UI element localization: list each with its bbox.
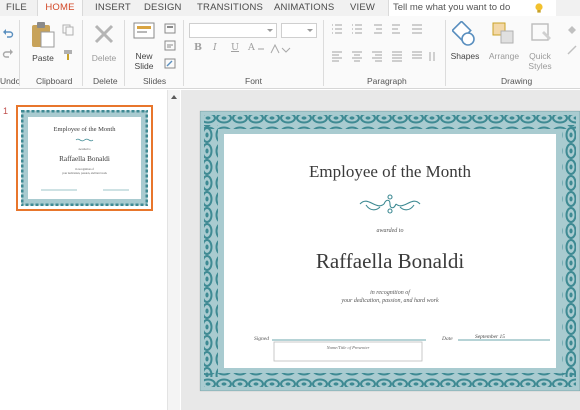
list-buttons-icon[interactable] [330, 23, 440, 35]
slide-number: 1 [3, 106, 9, 116]
tab-insert[interactable]: INSERT [95, 0, 131, 16]
awarded-to-label[interactable]: awarded to [377, 228, 404, 234]
reset-slide-icon[interactable] [164, 40, 176, 51]
clipboard-group-label: Clipboard [36, 76, 73, 86]
redo-icon[interactable] [2, 47, 14, 59]
underline-button[interactable]: U [231, 42, 239, 53]
font-size-dropdown[interactable] [281, 23, 317, 38]
certificate-title[interactable]: Employee of the Month [309, 162, 471, 181]
new-slide-button-line2[interactable]: Slide [131, 61, 157, 71]
paragraph-group-label: Paragraph [367, 76, 407, 86]
group-separator [19, 20, 20, 86]
recipient-name[interactable]: Raffaella Bonaldi [316, 249, 464, 273]
shape-fill-icon[interactable] [566, 24, 578, 36]
tab-animations[interactable]: ANIMATIONS [274, 0, 334, 16]
chain-border-top [204, 115, 576, 129]
arrange-button[interactable]: Arrange [486, 51, 522, 61]
font-color-button[interactable]: A [248, 42, 255, 53]
undo-icon[interactable] [2, 27, 14, 39]
slide-thumbnail-1[interactable]: Employee of the Month awarded to Raffael… [16, 105, 153, 211]
alignment-buttons-icon[interactable] [330, 50, 440, 62]
chevron-down-icon [267, 29, 273, 32]
tab-file[interactable]: FILE [6, 0, 27, 16]
date-label: Date [441, 336, 453, 342]
bold-button[interactable]: B [194, 42, 202, 53]
shapes-button[interactable]: Shapes [449, 51, 481, 61]
group-separator [183, 20, 184, 86]
slide-canvas[interactable]: Employee of the Month awarded to Raffael… [200, 111, 580, 391]
group-separator [323, 20, 324, 86]
slide-editor-area: Employee of the Month awarded to Raffael… [181, 90, 580, 410]
slides-group-label: Slides [143, 76, 167, 86]
chain-border-left [204, 125, 218, 377]
arrange-icon[interactable] [491, 21, 517, 47]
shapes-icon[interactable] [452, 21, 476, 47]
paste-button[interactable]: Paste [31, 53, 55, 63]
text-highlight-icon[interactable] [269, 43, 291, 55]
quick-styles-button-line2[interactable]: Styles [524, 61, 556, 71]
copy-icon[interactable] [62, 24, 74, 36]
group-separator [124, 20, 125, 86]
paste-icon[interactable] [30, 21, 56, 49]
thumbnail-certificate: Employee of the Month awarded to Raffael… [21, 110, 148, 206]
thumbnail-recognition-2: your dedication, passion, and hard work [62, 172, 107, 175]
date-value[interactable]: September 15 [475, 334, 505, 340]
format-painter-icon[interactable] [62, 49, 74, 61]
lightbulb-icon[interactable] [533, 2, 545, 14]
undo-group-label: Undo [0, 76, 21, 86]
delete-x-icon[interactable] [93, 23, 115, 45]
new-slide-icon[interactable] [133, 21, 155, 41]
tab-design[interactable]: DESIGN [144, 0, 182, 16]
slide-thumbnail-pane: 1 Employee of the Month awarded to Raffa… [0, 90, 180, 410]
tab-view[interactable]: VIEW [350, 0, 375, 16]
thumbnail-awarded-to: awarded to [78, 148, 91, 151]
group-separator [445, 20, 446, 86]
thumbnail-scrollbar[interactable] [167, 90, 180, 410]
thumbnail-title: Employee of the Month [54, 126, 117, 133]
minus-icon [258, 48, 264, 50]
new-slide-button-line1[interactable]: New [131, 51, 157, 61]
font-name-dropdown[interactable] [189, 23, 277, 38]
quick-styles-icon[interactable] [529, 21, 553, 47]
font-group-label: Font [245, 76, 263, 86]
drawing-group-label: Drawing [501, 76, 533, 86]
section-icon[interactable] [164, 58, 176, 69]
delete-button[interactable]: Delete [89, 53, 119, 63]
chain-border-right [562, 125, 576, 377]
thumbnail-recipient: Raffaella Bonaldi [59, 155, 110, 163]
scroll-up-arrow-icon[interactable] [171, 95, 177, 99]
certificate: Employee of the Month awarded to Raffael… [200, 111, 580, 391]
tab-home[interactable]: HOME [37, 0, 83, 16]
quick-styles-button-line1[interactable]: Quick [524, 51, 556, 61]
ribbon-tab-bar: FILE HOME INSERT DESIGN TRANSITIONS ANIM… [0, 0, 580, 16]
shape-outline-icon[interactable] [566, 44, 578, 56]
ribbon: Undo Paste Clipboard Delete Delete New S… [0, 16, 580, 89]
thumbnail-recognition-1: in recognition of [75, 168, 94, 171]
group-separator [82, 20, 83, 86]
signed-label: Signed [254, 336, 269, 342]
presenter-placeholder-text: Name/Title of Presenter [326, 345, 370, 350]
tab-transitions[interactable]: TRANSITIONS [197, 0, 263, 16]
chevron-down-icon [307, 29, 313, 32]
recognition-line-1[interactable]: in recognition of [370, 289, 411, 296]
delete-group-label: Delete [93, 76, 118, 86]
chain-border-bottom [204, 373, 576, 387]
italic-button[interactable]: I [213, 42, 217, 53]
slide-layout-icon[interactable] [164, 23, 176, 34]
recognition-line-2[interactable]: your dedication, passion, and hard work [340, 298, 439, 304]
tell-me-search-box[interactable]: Tell me what you want to do [388, 0, 556, 16]
